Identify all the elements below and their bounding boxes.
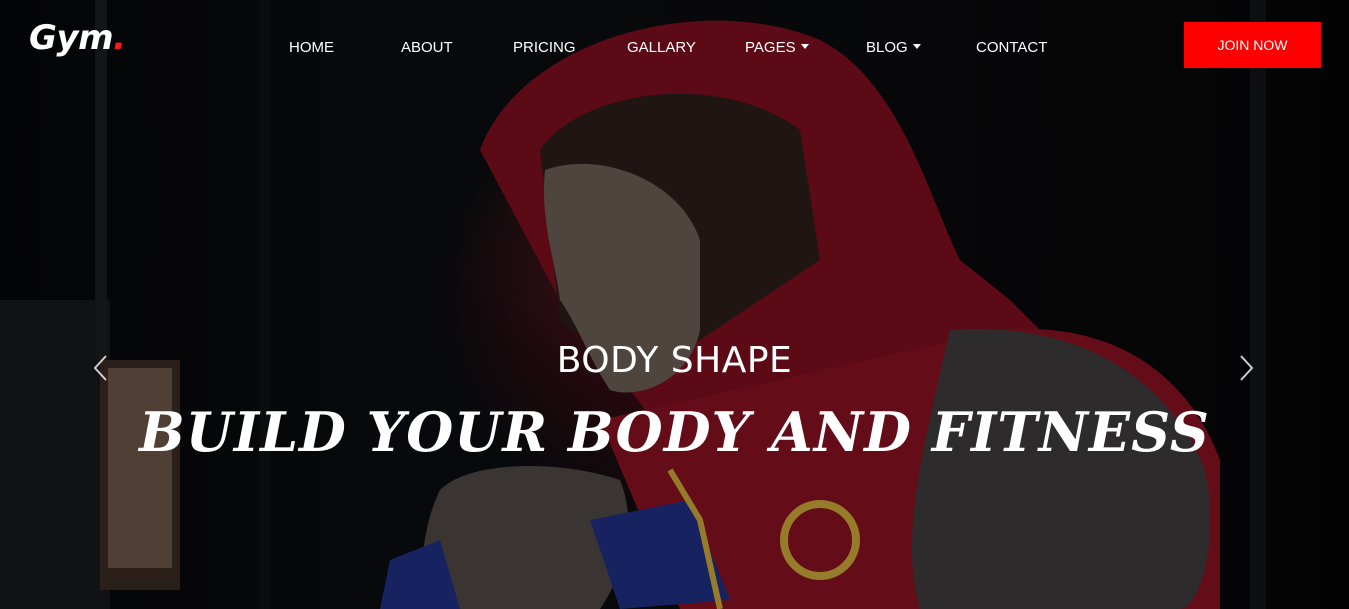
site-logo[interactable]: Gym.: [29, 18, 126, 58]
nav-blog[interactable]: BLOG: [866, 39, 921, 56]
join-now-button[interactable]: JOIN NOW: [1184, 22, 1321, 68]
logo-text: Gym: [29, 18, 114, 58]
caret-down-icon: [912, 43, 921, 49]
caret-down-icon: [800, 43, 809, 49]
nav-gallary[interactable]: GALLARY: [627, 39, 696, 56]
logo-dot: .: [113, 18, 126, 58]
nav-about[interactable]: ABOUT: [401, 39, 453, 56]
nav-blog-label: BLOG: [866, 39, 908, 56]
hero-subtitle: BODY SHAPE: [556, 340, 793, 381]
nav-contact[interactable]: CONTACT: [976, 39, 1047, 56]
nav-pages[interactable]: PAGES: [745, 39, 809, 56]
nav-home[interactable]: HOME: [289, 39, 334, 56]
hero-title: BUILD YOUR BODY AND FITNESS: [139, 400, 1210, 464]
nav-pages-label: PAGES: [745, 39, 796, 56]
hero-slider: Gym. HOME ABOUT PRICING GALLARY PAGES BL…: [0, 0, 1349, 609]
site-header: Gym. HOME ABOUT PRICING GALLARY PAGES BL…: [0, 0, 1349, 96]
nav-pricing[interactable]: PRICING: [513, 39, 576, 56]
